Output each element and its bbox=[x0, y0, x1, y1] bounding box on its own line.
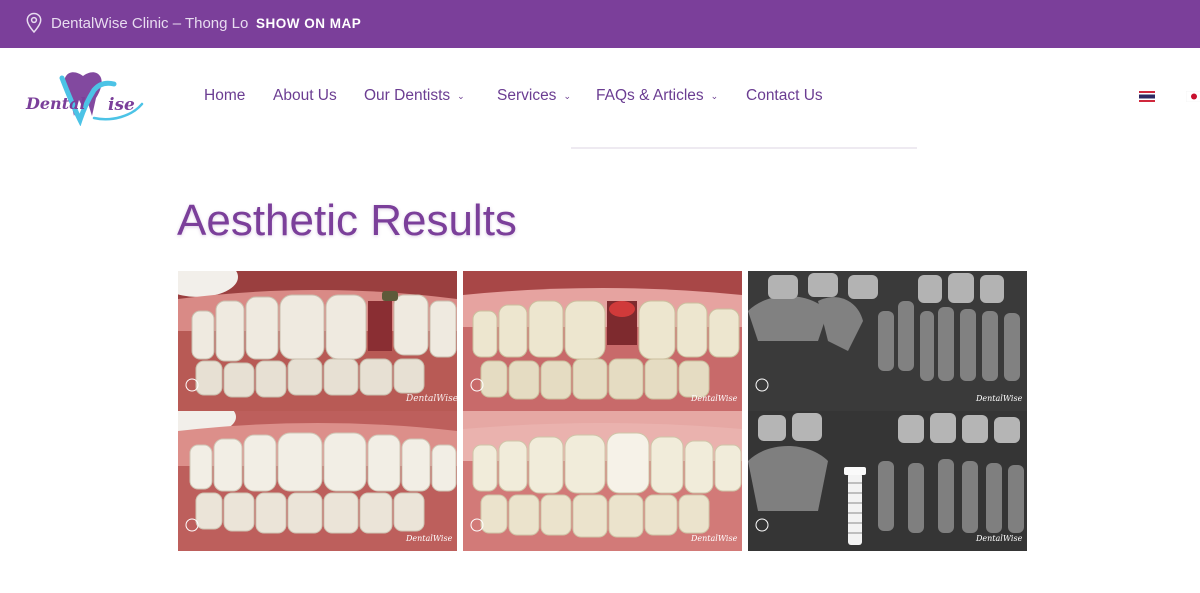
nav-services-label: Services bbox=[497, 87, 557, 104]
nav-services[interactable]: Services ⌄ bbox=[497, 87, 571, 105]
nav-contact-us[interactable]: Contact Us bbox=[746, 87, 823, 105]
nav-faqs-articles[interactable]: FAQs & Articles ⌄ bbox=[596, 87, 718, 105]
teeth-missing-tooth-photo: DentalWise bbox=[178, 271, 457, 411]
clinic-location: DentalWise Clinic – Thong Lo bbox=[51, 15, 249, 32]
result-case-3[interactable]: DentalWise DentalWise bbox=[748, 271, 1027, 551]
result-case-1[interactable]: DentalWise DentalWise bbox=[178, 271, 457, 551]
nav-dentists-label: Our Dentists bbox=[364, 87, 451, 104]
dentalwise-logo[interactable]: Dental ise bbox=[22, 68, 147, 126]
nav-contact-label: Contact Us bbox=[746, 87, 823, 104]
logo-text-dental: Dental bbox=[25, 94, 86, 113]
chevron-down-icon: ⌄ bbox=[710, 90, 719, 101]
xray-before-photo: DentalWise bbox=[748, 271, 1027, 411]
results-gallery: DentalWise DentalWise DentalWise DentalW… bbox=[178, 271, 1027, 551]
watermark-text: DentalWise bbox=[405, 534, 453, 543]
chevron-down-icon: ⌄ bbox=[563, 90, 571, 101]
watermark-text: DentalWise bbox=[975, 534, 1023, 543]
watermark-text: DentalWise bbox=[975, 394, 1023, 403]
nav-our-dentists[interactable]: Our Dentists ⌄ bbox=[364, 87, 465, 105]
watermark-text: DentalWise bbox=[405, 394, 457, 404]
watermark-text: DentalWise bbox=[690, 534, 738, 543]
chevron-down-icon: ⌄ bbox=[457, 90, 465, 101]
teeth-restored-photo: DentalWise bbox=[178, 411, 457, 551]
japan-flag-icon[interactable] bbox=[1186, 91, 1200, 102]
thai-flag-icon[interactable] bbox=[1139, 91, 1155, 102]
location-pin-icon bbox=[26, 12, 42, 34]
nav-about-us[interactable]: About Us bbox=[273, 87, 337, 105]
nav-faqs-label: FAQs & Articles bbox=[596, 87, 704, 104]
xray-implant-photo: DentalWise bbox=[748, 411, 1027, 551]
watermark-text: DentalWise bbox=[690, 394, 738, 403]
page-title: Aesthetic Results bbox=[177, 196, 517, 245]
nav-home-label: Home bbox=[204, 87, 246, 104]
top-bar: DentalWise Clinic – Thong Lo SHOW ON MAP bbox=[0, 0, 1200, 48]
teeth-gap-photo: DentalWise bbox=[463, 271, 742, 411]
show-on-map-link[interactable]: SHOW ON MAP bbox=[256, 16, 361, 31]
logo-text-ise: ise bbox=[108, 95, 135, 115]
result-case-2[interactable]: DentalWise DentalWise bbox=[463, 271, 742, 551]
nav-about-label: About Us bbox=[273, 87, 337, 104]
nav-home[interactable]: Home bbox=[204, 87, 245, 105]
teeth-crown-photo: DentalWise bbox=[463, 411, 742, 551]
nav-divider bbox=[571, 147, 917, 149]
